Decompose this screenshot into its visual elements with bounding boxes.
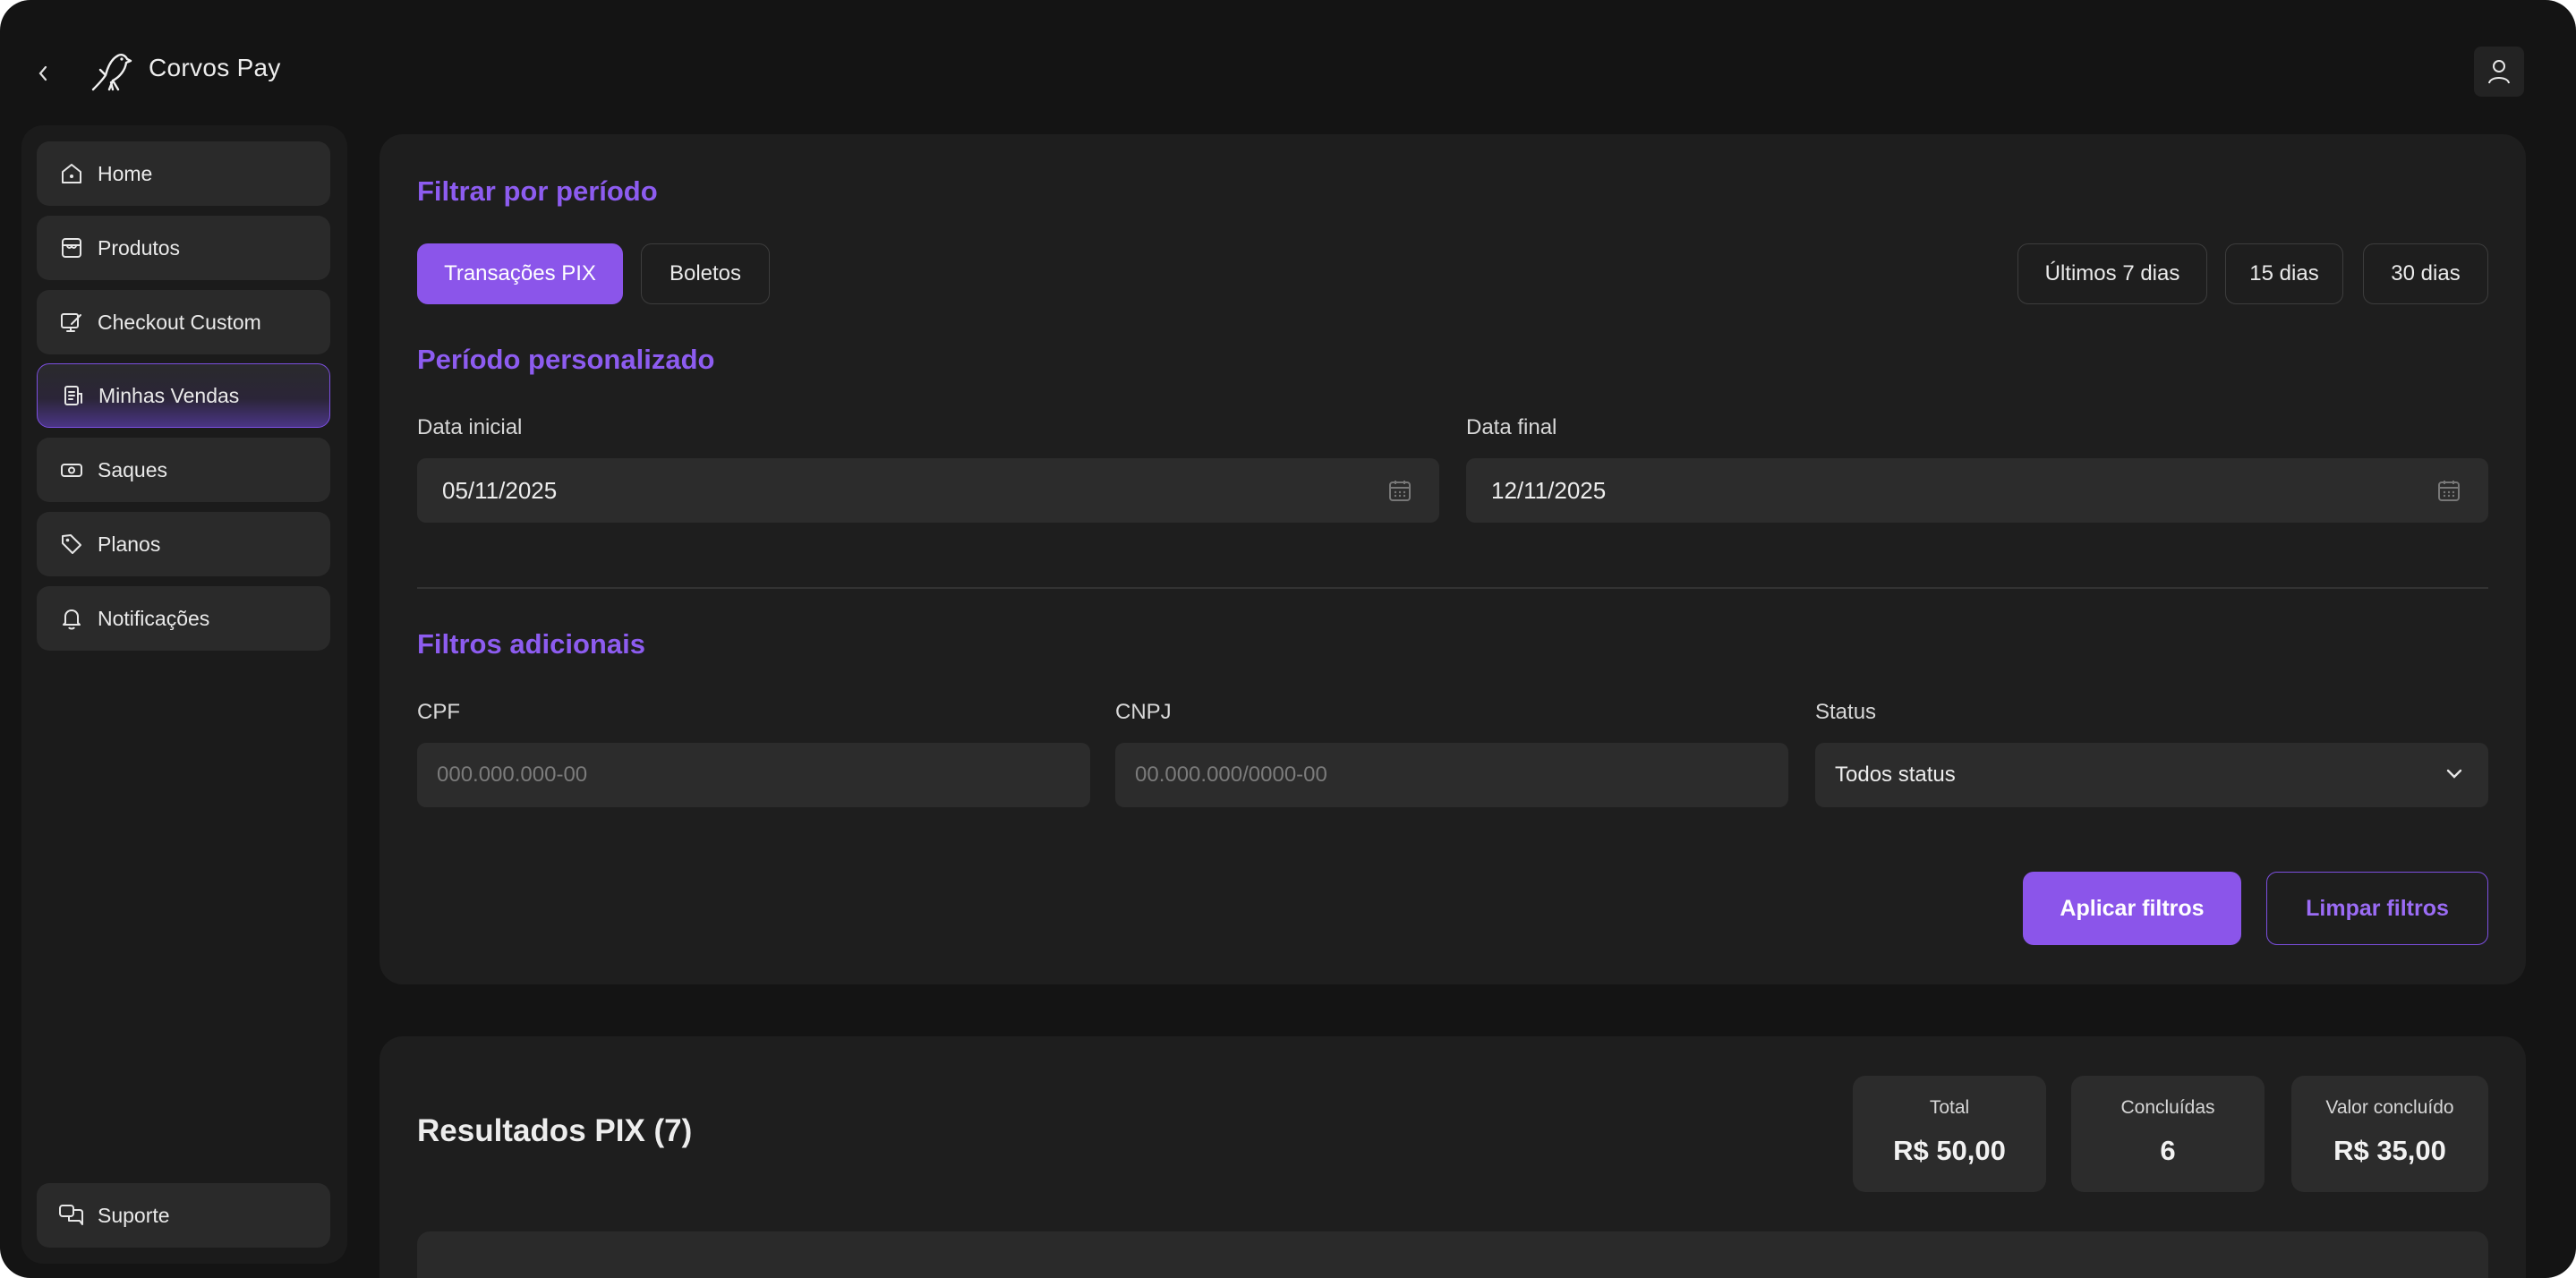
stat-total: Total R$ 50,00 xyxy=(1853,1076,2046,1192)
user-menu-button[interactable] xyxy=(2474,47,2524,97)
stat-value: 6 xyxy=(2160,1135,2176,1166)
end-date-label: Data final xyxy=(1466,415,1557,439)
cpf-input[interactable]: 000.000.000-00 xyxy=(417,743,1090,807)
quick-range-30-days[interactable]: 30 dias xyxy=(2363,243,2488,304)
sidebar-item-suporte[interactable]: Suporte xyxy=(37,1183,330,1248)
status-selected-value: Todos status xyxy=(1835,763,1956,787)
user-icon xyxy=(2488,60,2510,84)
clear-filters-button[interactable]: Limpar filtros xyxy=(2266,872,2488,945)
status-select[interactable]: Todos status xyxy=(1815,743,2488,807)
sidebar-item-label: Notificações xyxy=(98,606,210,630)
store-icon xyxy=(58,234,85,261)
stat-value: R$ 35,00 xyxy=(2333,1135,2446,1166)
back-button[interactable] xyxy=(30,57,55,89)
stat-valor-concluido: Valor concluído R$ 35,00 xyxy=(2291,1076,2488,1192)
sidebar-item-saques[interactable]: Saques xyxy=(37,438,330,502)
app-window: Corvos Pay Home Produtos Checkout Custom… xyxy=(0,0,2576,1278)
cpf-placeholder: 000.000.000-00 xyxy=(437,763,588,787)
calendar-icon[interactable] xyxy=(1387,478,1412,503)
period-filter-title: Filtrar por período xyxy=(417,175,658,207)
sidebar-item-label: Checkout Custom xyxy=(98,310,261,334)
support-chat-icon xyxy=(58,1202,85,1229)
sidebar-item-minhas-vendas[interactable]: Minhas Vendas xyxy=(37,363,330,428)
sidebar-item-planos[interactable]: Planos xyxy=(37,512,330,576)
stat-concluidas: Concluídas 6 xyxy=(2071,1076,2265,1192)
results-table-header xyxy=(417,1231,2488,1278)
cnpj-input[interactable]: 00.000.000/0000-00 xyxy=(1115,743,1788,807)
sidebar-item-notificacoes[interactable]: Notificações xyxy=(37,586,330,651)
home-icon xyxy=(58,160,85,187)
cash-icon xyxy=(58,456,85,483)
cnpj-label: CNPJ xyxy=(1115,700,1172,724)
cnpj-placeholder: 00.000.000/0000-00 xyxy=(1135,763,1327,787)
start-date-field[interactable]: 05/11/2025 xyxy=(417,458,1439,523)
bell-icon xyxy=(58,605,85,632)
sidebar-item-home[interactable]: Home xyxy=(37,141,330,206)
custom-period-title: Período personalizado xyxy=(417,344,715,375)
stat-label: Valor concluído xyxy=(2325,1097,2454,1118)
sidebar: Home Produtos Checkout Custom Minhas Ven… xyxy=(21,125,347,1264)
cpf-label: CPF xyxy=(417,700,460,724)
stat-value: R$ 50,00 xyxy=(1893,1135,2006,1166)
sidebar-item-label: Minhas Vendas xyxy=(98,383,240,407)
status-label: Status xyxy=(1815,700,1877,724)
apply-filters-button[interactable]: Aplicar filtros xyxy=(2023,872,2241,945)
stat-label: Total xyxy=(1929,1097,1970,1118)
additional-filters-title: Filtros adicionais xyxy=(417,628,645,660)
quick-range-7-days[interactable]: Últimos 7 dias xyxy=(2017,243,2207,304)
chevron-down-icon xyxy=(2446,769,2462,779)
receipt-icon xyxy=(59,382,86,409)
quick-range-15-days[interactable]: 15 dias xyxy=(2225,243,2343,304)
edit-screen-icon xyxy=(58,309,85,336)
sidebar-item-label: Saques xyxy=(98,457,168,481)
calendar-icon[interactable] xyxy=(2436,478,2461,503)
end-date-field[interactable]: 12/11/2025 xyxy=(1466,458,2488,523)
sidebar-item-label: Planos xyxy=(98,532,161,556)
crow-logo-icon xyxy=(91,54,132,91)
sidebar-item-label: Suporte xyxy=(98,1203,170,1227)
stat-label: Concluídas xyxy=(2120,1097,2215,1118)
end-date-value: 12/11/2025 xyxy=(1491,476,1607,504)
start-date-label: Data inicial xyxy=(417,415,523,439)
start-date-value: 05/11/2025 xyxy=(442,476,558,504)
results-title: Resultados PIX (7) xyxy=(417,1113,693,1148)
tab-transacoes-pix[interactable]: Transações PIX xyxy=(417,243,623,304)
chevron-left-icon xyxy=(38,65,47,81)
sidebar-item-label: Produtos xyxy=(98,235,181,260)
sidebar-item-produtos[interactable]: Produtos xyxy=(37,216,330,280)
section-divider xyxy=(417,587,2488,589)
sidebar-item-label: Home xyxy=(98,161,153,185)
sidebar-item-checkout-custom[interactable]: Checkout Custom xyxy=(37,290,330,354)
tag-icon xyxy=(58,531,85,558)
brand-name: Corvos Pay xyxy=(149,54,281,81)
tab-boletos[interactable]: Boletos xyxy=(641,243,770,304)
